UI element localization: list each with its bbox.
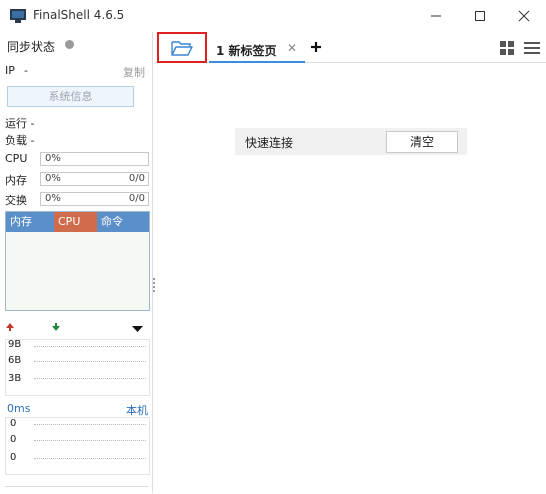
title-bar: FinalShell 4.6.5 [0, 0, 546, 32]
add-tab-button[interactable] [310, 38, 322, 57]
swap-label: 交换 [5, 194, 27, 207]
maximize-button[interactable] [458, 0, 502, 32]
ping-latency: 0ms [7, 402, 31, 415]
column-cpu[interactable]: CPU [54, 212, 97, 232]
cpu-usage-bar: 0% [40, 152, 149, 166]
process-table-header: 内存 CPU 命令 [6, 212, 149, 232]
app-logo-icon [10, 9, 26, 23]
upload-arrow-icon [5, 322, 15, 332]
column-memory[interactable]: 内存 [6, 212, 54, 232]
load-label: 负载 - [5, 134, 35, 147]
network-level-3: 3B [8, 373, 22, 384]
swap-amount: 0/0 [128, 193, 145, 204]
minimize-button[interactable] [414, 0, 458, 32]
cpu-percent: 0% [45, 153, 61, 164]
close-icon [518, 10, 530, 22]
minimize-icon [431, 15, 441, 17]
ping-value-2: 0 [10, 434, 17, 445]
ping-value-1: 0 [10, 418, 17, 429]
memory-usage-bar: 0% 0/0 [40, 172, 149, 186]
window-title: FinalShell 4.6.5 [33, 8, 125, 22]
ip-label: IP [5, 64, 15, 77]
memory-label: 内存 [5, 174, 27, 187]
grid-icon [500, 41, 514, 55]
clear-button[interactable]: 清空 [386, 131, 458, 153]
close-button[interactable] [502, 0, 546, 32]
maximize-icon [475, 11, 485, 21]
copy-ip-button[interactable]: 复制 [123, 64, 145, 80]
column-command[interactable]: 命令 [97, 212, 149, 232]
network-level-1: 9B [8, 339, 22, 350]
ping-graph [5, 417, 150, 475]
ping-value-3: 0 [10, 452, 17, 463]
grid-view-button[interactable] [500, 41, 514, 55]
network-graph [5, 339, 150, 396]
sync-status-label: 同步状态 [7, 40, 56, 54]
ping-host[interactable]: 本机 [126, 402, 148, 418]
tab-new-tab[interactable]: 1 新标签页 ✕ [209, 36, 305, 63]
memory-amount: 0/0 [128, 173, 145, 184]
tab-label: 1 新标签页 [216, 44, 277, 58]
network-dropdown-icon[interactable] [132, 323, 143, 332]
ip-value: - [24, 64, 28, 77]
memory-percent: 0% [45, 173, 61, 184]
sync-status-dot [65, 40, 74, 49]
menu-button[interactable] [524, 41, 540, 55]
swap-percent: 0% [45, 193, 61, 204]
folder-icon [171, 40, 193, 56]
plus-icon [311, 42, 321, 52]
quick-connect-label: 快速连接 [245, 136, 294, 150]
hamburger-icon [524, 42, 540, 54]
download-arrow-icon [51, 322, 61, 332]
running-label: 运行 - [5, 117, 35, 130]
network-level-2: 6B [8, 355, 22, 366]
cpu-label: CPU [5, 152, 28, 165]
open-folder-button[interactable] [157, 32, 207, 63]
quick-connect-bar: 快速连接 清空 [235, 128, 467, 155]
tab-close-icon[interactable]: ✕ [287, 41, 297, 55]
process-table[interactable]: 内存 CPU 命令 [5, 211, 150, 311]
swap-usage-bar: 0% 0/0 [40, 192, 149, 206]
system-info-button[interactable]: 系统信息 [7, 86, 134, 107]
